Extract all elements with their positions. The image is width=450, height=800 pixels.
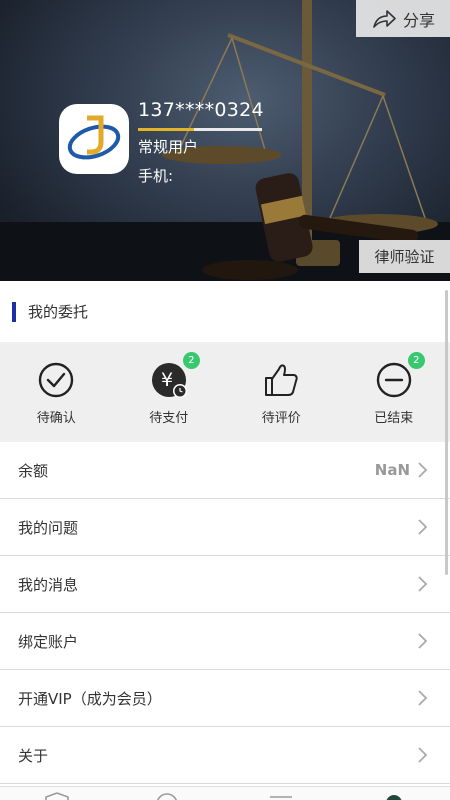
balance-value: NaN — [374, 461, 410, 479]
menu-item-bind-account[interactable]: 绑定账户 — [0, 613, 450, 670]
share-icon — [373, 9, 396, 28]
order-label: 待评价 — [261, 411, 301, 426]
member-level-bar — [138, 128, 262, 131]
menu-label: 我的消息 — [18, 575, 79, 594]
order-label: 待确认 — [36, 411, 76, 426]
menu-label: 余额 — [18, 461, 49, 480]
user-phone: 手机: — [138, 167, 174, 185]
list-icon[interactable] — [268, 792, 294, 800]
menu-item-my-messages[interactable]: 我的消息 — [0, 556, 450, 613]
chevron-right-icon — [418, 747, 428, 763]
my-entrustment-header: 我的委托 — [0, 281, 450, 342]
minus-circle-icon — [376, 362, 411, 398]
order-finished[interactable]: 2 已结束 — [338, 342, 450, 442]
order-label: 待支付 — [149, 411, 189, 426]
lawyer-verify-button[interactable]: 律师验证 — [359, 240, 450, 273]
order-badge: 2 — [182, 352, 200, 369]
thumbs-up-icon — [265, 364, 298, 396]
user-type: 常规用户 — [138, 138, 199, 156]
menu-label: 开通VIP（成为会员） — [18, 689, 162, 708]
yuan-clock-icon: ¥ — [151, 363, 187, 398]
chevron-right-icon — [418, 519, 428, 535]
share-label: 分享 — [402, 10, 435, 30]
bottom-nav — [0, 786, 450, 800]
menu-label: 我的问题 — [18, 518, 79, 537]
menu-item-my-questions[interactable]: 我的问题 — [0, 499, 450, 556]
menu-item-about[interactable]: 关于 — [0, 727, 450, 784]
profile-header: 分享 137****0324 常规用户 手机: 律师验证 — [0, 0, 450, 281]
check-circle-icon — [39, 362, 74, 398]
member-level-fill — [138, 128, 194, 131]
chevron-right-icon — [418, 633, 428, 649]
search-icon[interactable] — [154, 792, 180, 800]
order-pending-review[interactable]: 待评价 — [225, 342, 338, 442]
menu-item-balance[interactable]: 余额 NaN — [0, 442, 450, 499]
chevron-right-icon — [418, 690, 428, 706]
profile-icon[interactable] — [381, 792, 407, 800]
settings-menu: 余额 NaN 我的问题 我的消息 绑定账户 开通VIP（成为会员） 关于 — [0, 442, 450, 784]
chevron-right-icon — [418, 462, 428, 478]
menu-label: 关于 — [18, 746, 49, 765]
avatar[interactable] — [59, 104, 129, 174]
app-logo-icon — [67, 115, 121, 160]
order-status-strip: 待确认 ¥ 2 待支付 待评价 2 已结束 — [0, 342, 450, 442]
order-pending-payment[interactable]: ¥ 2 待支付 — [113, 342, 226, 442]
scrollbar[interactable] — [445, 290, 448, 575]
chevron-right-icon — [418, 576, 428, 592]
section-accent-bar — [12, 301, 16, 322]
svg-text:¥: ¥ — [161, 369, 173, 391]
user-name: 137****0324 — [138, 99, 264, 121]
order-pending-confirm[interactable]: 待确认 — [0, 342, 113, 442]
share-button[interactable]: 分享 — [356, 0, 450, 37]
order-badge: 2 — [407, 352, 425, 369]
shield-icon[interactable] — [44, 792, 70, 800]
section-title: 我的委托 — [28, 303, 89, 321]
menu-item-open-vip[interactable]: 开通VIP（成为会员） — [0, 670, 450, 727]
order-label: 已结束 — [374, 411, 414, 426]
menu-label: 绑定账户 — [18, 632, 79, 651]
